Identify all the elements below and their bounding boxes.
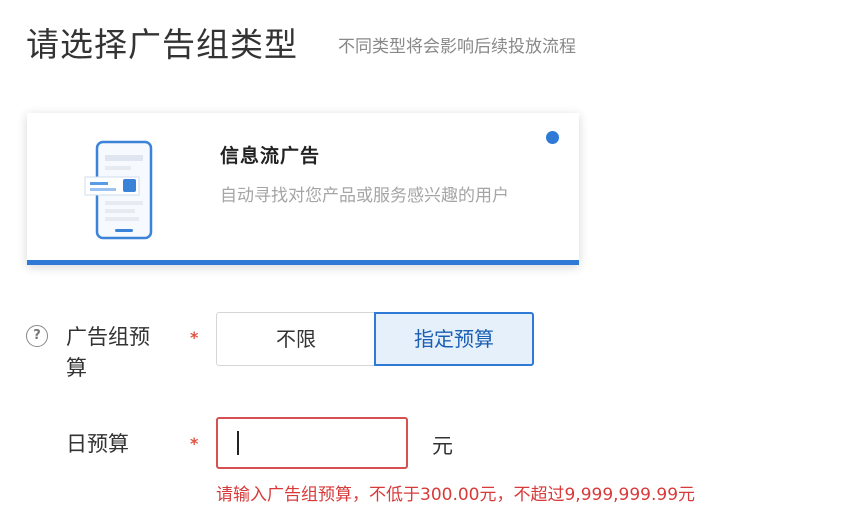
page-subtitle: 不同类型将会影响后续投放流程 [338, 37, 576, 57]
daily-budget-field[interactable] [216, 417, 408, 469]
currency-unit: 元 [432, 434, 453, 458]
ad-type-description: 自动寻找对您产品或服务感兴趣的用户 [220, 186, 509, 206]
page-title: 请选择广告组类型 [26, 25, 298, 64]
selected-indicator-icon [546, 131, 559, 144]
ad-type-card-feed[interactable]: 信息流广告 自动寻找对您产品或服务感兴趣的用户 [27, 113, 579, 265]
text-cursor [237, 431, 239, 455]
phone-feed-icon [84, 140, 153, 240]
budget-specified-button[interactable]: 指定预算 [374, 312, 534, 366]
required-mark: * [190, 328, 199, 347]
daily-budget-label: 日预算 [66, 432, 129, 456]
ad-type-title: 信息流广告 [220, 145, 321, 167]
daily-budget-input[interactable] [218, 419, 406, 467]
daily-budget-error: 请输入广告组预算，不低于300.00元，不超过9,999,999.99元 [216, 485, 696, 505]
required-mark: * [190, 434, 199, 453]
help-icon[interactable]: ? [26, 325, 48, 347]
budget-unlimited-button[interactable]: 不限 [216, 312, 376, 366]
budget-label: 广告组预算 [66, 325, 150, 380]
